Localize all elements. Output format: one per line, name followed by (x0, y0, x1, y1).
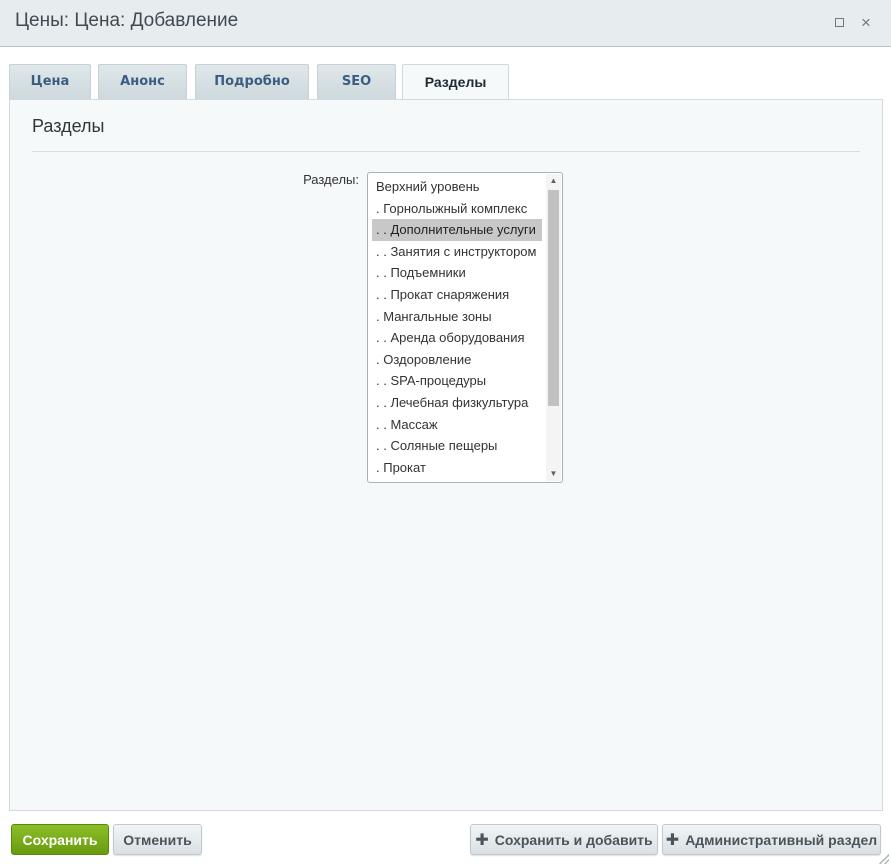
cancel-button[interactable]: Отменить (113, 824, 202, 855)
list-item[interactable]: Верхний уровень (372, 176, 542, 198)
save-and-add-button[interactable]: ✚ Сохранить и добавить (470, 824, 658, 855)
list-item[interactable]: . Горнолыжный комплекс (372, 198, 542, 220)
list-item[interactable]: . Оздоровление (372, 349, 542, 371)
tab-bar: Цена Анонс Подробно SEO Разделы (9, 64, 883, 101)
tab-sections[interactable]: Разделы (402, 64, 509, 101)
tab-panel-sections: Разделы Разделы: Верхний уровень. Горнол… (9, 99, 883, 811)
plus-icon: ✚ (475, 832, 489, 849)
panel-divider (32, 151, 860, 152)
panel-title: Разделы (32, 116, 105, 136)
list-item[interactable]: . Прокат (372, 457, 542, 479)
list-item[interactable]: . . Прокат снаряжения (372, 284, 542, 306)
admin-section-button[interactable]: ✚ Административный раздел (662, 824, 881, 855)
sections-listbox[interactable]: Верхний уровень. Горнолыжный комплекс. .… (367, 172, 563, 483)
list-item[interactable]: . . Лечебная физкультура (372, 392, 542, 414)
list-item[interactable]: . . Соляные пещеры (372, 435, 542, 457)
tab-seo[interactable]: SEO (317, 64, 396, 99)
window-title: Цены: Цена: Добавление (15, 10, 239, 31)
scroll-up-icon[interactable]: ▲ (546, 174, 561, 188)
scroll-down-icon[interactable]: ▼ (546, 467, 561, 481)
list-item[interactable]: . . Аренда оборудования (372, 327, 542, 349)
listbox-scrollbar[interactable]: ▲ ▼ (546, 174, 561, 481)
sections-list-items: Верхний уровень. Горнолыжный комплекс. .… (372, 176, 542, 478)
tab-price[interactable]: Цена (9, 64, 91, 99)
save-button[interactable]: Сохранить (11, 824, 109, 855)
tab-announce[interactable]: Анонс (98, 64, 187, 99)
list-item[interactable]: . . Подъемники (372, 262, 542, 284)
close-button[interactable]: × (856, 12, 876, 34)
list-item[interactable]: . . Занятия с инструктором (372, 241, 542, 263)
maximize-button[interactable] (829, 12, 849, 34)
list-item[interactable]: . . Дополнительные услуги (372, 219, 542, 241)
save-and-add-label: Сохранить и добавить (494, 832, 653, 848)
list-item[interactable]: . . Массаж (372, 414, 542, 436)
close-icon: × (861, 13, 871, 32)
list-item[interactable]: . Мангальные зоны (372, 306, 542, 328)
scroll-thumb[interactable] (548, 190, 559, 406)
list-item[interactable]: . . SPA-процедуры (372, 370, 542, 392)
maximize-icon (834, 17, 844, 27)
plus-icon: ✚ (665, 832, 680, 849)
sections-field-label: Разделы: (303, 172, 359, 187)
tab-details[interactable]: Подробно (195, 64, 309, 99)
resize-grip-icon[interactable] (879, 854, 889, 864)
admin-section-label: Административный раздел (685, 832, 878, 848)
window-titlebar: Цены: Цена: Добавление × (0, 0, 891, 47)
